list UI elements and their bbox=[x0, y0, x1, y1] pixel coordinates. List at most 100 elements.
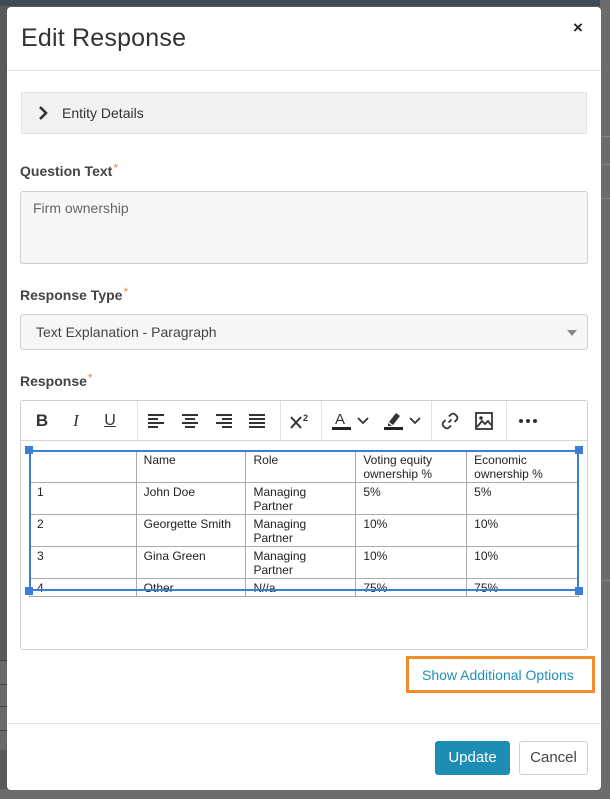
entity-details-toggle[interactable]: Entity Details bbox=[21, 92, 587, 134]
edit-response-modal: Edit Response × Entity Details Question … bbox=[7, 7, 601, 790]
table-row: 1 John Doe Managing Partner 5% 5% bbox=[29, 482, 579, 515]
image-button[interactable] bbox=[471, 407, 497, 435]
modal-header: Edit Response × bbox=[7, 7, 601, 71]
more-horizontal-icon bbox=[518, 418, 538, 424]
bold-icon: B bbox=[35, 411, 49, 430]
chevron-right-icon bbox=[36, 104, 50, 122]
close-icon[interactable]: × bbox=[569, 19, 587, 37]
table-cell[interactable]: 10% bbox=[466, 546, 579, 579]
toolbar-separator bbox=[137, 401, 138, 441]
table-cell[interactable]: 3 bbox=[29, 546, 137, 579]
underline-icon: U bbox=[104, 412, 116, 429]
chevron-down-icon bbox=[357, 417, 369, 425]
toolbar-separator bbox=[321, 401, 322, 441]
table-cell[interactable]: Economic ownership % bbox=[466, 450, 579, 483]
table-cell[interactable]: Other bbox=[135, 578, 247, 597]
question-text-label-text: Question Text bbox=[20, 163, 113, 179]
table-cell[interactable]: Managing Partner bbox=[245, 482, 357, 515]
entity-details-label: Entity Details bbox=[62, 105, 144, 121]
show-additional-options-link[interactable]: Show Additional Options bbox=[422, 667, 574, 683]
align-center-button[interactable] bbox=[176, 407, 204, 435]
text-color-button[interactable]: A bbox=[326, 407, 374, 435]
modal-footer-divider bbox=[7, 723, 601, 724]
table-cell[interactable]: 4 bbox=[29, 578, 137, 597]
image-icon bbox=[474, 411, 494, 431]
text-color-icon: A bbox=[331, 410, 353, 432]
link-button[interactable] bbox=[437, 407, 463, 435]
table-row: 4 Other N//a 75% 75% bbox=[29, 578, 579, 597]
svg-text:A: A bbox=[335, 411, 345, 428]
table-row: 2 Georgette Smith Managing Partner 10% 1… bbox=[29, 514, 579, 547]
response-type-label: Response Type* bbox=[20, 285, 129, 303]
table-cell[interactable]: Voting equity ownership % bbox=[355, 450, 468, 483]
question-text-label: Question Text* bbox=[20, 161, 118, 179]
align-left-icon bbox=[147, 413, 165, 429]
resize-handle[interactable] bbox=[575, 587, 583, 595]
table-cell[interactable]: 5% bbox=[466, 482, 579, 515]
editor-toolbar: B I U 2 A bbox=[21, 401, 587, 441]
toolbar-separator bbox=[280, 401, 281, 441]
question-text-field[interactable]: Firm ownership bbox=[20, 191, 588, 264]
table-cell[interactable]: Managing Partner bbox=[245, 546, 357, 579]
svg-text:2: 2 bbox=[303, 413, 308, 423]
highlight-color-button[interactable] bbox=[378, 407, 426, 435]
required-marker: * bbox=[113, 161, 118, 175]
response-rich-text-editor[interactable]: B I U 2 A Name Role Voting equity owners… bbox=[20, 400, 588, 650]
cancel-button[interactable]: Cancel bbox=[519, 741, 588, 775]
page-backdrop-right bbox=[600, 0, 610, 799]
required-marker: * bbox=[123, 285, 129, 299]
page-backdrop-top bbox=[0, 0, 610, 6]
chevron-down-icon bbox=[409, 417, 421, 425]
response-label-text: Response bbox=[20, 373, 87, 389]
align-right-icon bbox=[215, 413, 233, 429]
show-additional-options-highlight: Show Additional Options bbox=[406, 656, 595, 693]
superscript-button[interactable]: 2 bbox=[285, 407, 315, 435]
italic-icon: I bbox=[73, 411, 79, 430]
align-center-icon bbox=[181, 413, 199, 429]
table-cell[interactable]: 1 bbox=[29, 482, 137, 515]
resize-handle[interactable] bbox=[25, 587, 33, 595]
table-cell[interactable]: Georgette Smith bbox=[135, 514, 247, 547]
response-type-select[interactable]: Text Explanation - Paragraph bbox=[20, 314, 588, 350]
response-type-value: Text Explanation - Paragraph bbox=[36, 324, 217, 340]
table-cell[interactable]: N//a bbox=[245, 578, 357, 597]
table-cell[interactable]: 75% bbox=[466, 578, 579, 597]
table-cell[interactable]: John Doe bbox=[135, 482, 247, 515]
table-row: 3 Gina Green Managing Partner 10% 10% bbox=[29, 546, 579, 579]
toolbar-separator bbox=[431, 401, 432, 441]
table-cell[interactable] bbox=[29, 450, 137, 483]
update-button[interactable]: Update bbox=[435, 741, 510, 775]
table-cell[interactable]: 2 bbox=[29, 514, 137, 547]
table-cell[interactable]: 75% bbox=[355, 578, 468, 597]
editor-content[interactable]: Name Role Voting equity ownership % Econ… bbox=[21, 442, 587, 649]
underline-button[interactable]: U bbox=[97, 407, 123, 435]
table-cell[interactable]: Managing Partner bbox=[245, 514, 357, 547]
ownership-table[interactable]: Name Role Voting equity ownership % Econ… bbox=[29, 450, 579, 597]
resize-handle[interactable] bbox=[575, 446, 583, 454]
table-cell[interactable]: Gina Green bbox=[135, 546, 247, 579]
page-backdrop-bottom bbox=[0, 789, 610, 799]
table-header-row: Name Role Voting equity ownership % Econ… bbox=[29, 450, 579, 483]
align-right-button[interactable] bbox=[210, 407, 238, 435]
table-cell[interactable]: 10% bbox=[355, 514, 468, 547]
justify-button[interactable] bbox=[243, 407, 271, 435]
dropdown-caret-icon bbox=[567, 330, 577, 336]
table-cell[interactable]: 10% bbox=[466, 514, 579, 547]
response-label: Response* bbox=[20, 371, 93, 389]
table-cell[interactable]: 10% bbox=[355, 546, 468, 579]
table-cell[interactable]: Role bbox=[245, 450, 357, 483]
bold-button[interactable]: B bbox=[29, 407, 55, 435]
response-type-label-text: Response Type bbox=[20, 287, 123, 303]
align-left-button[interactable] bbox=[142, 407, 170, 435]
superscript-icon: 2 bbox=[289, 412, 311, 430]
link-icon bbox=[440, 411, 460, 431]
table-cell[interactable]: 5% bbox=[355, 482, 468, 515]
table-cell[interactable]: Name bbox=[135, 450, 247, 483]
justify-icon bbox=[248, 413, 266, 429]
more-button[interactable] bbox=[513, 407, 543, 435]
resize-handle[interactable] bbox=[25, 446, 33, 454]
required-marker: * bbox=[87, 371, 93, 385]
toolbar-separator bbox=[506, 401, 507, 441]
highlighter-icon bbox=[383, 410, 405, 432]
italic-button[interactable]: I bbox=[63, 407, 89, 435]
